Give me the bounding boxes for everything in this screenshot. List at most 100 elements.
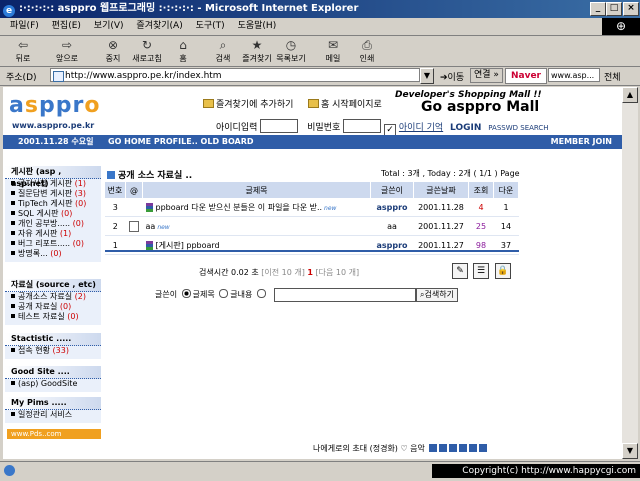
pagination: 검색시간 0.02 초 [이전 10 개] 1 [다음 10 개] (199, 267, 359, 278)
vertical-scrollbar[interactable]: ▲ ▼ (622, 87, 638, 459)
sidebar-item[interactable]: SQL 게시판 (0) (5, 209, 101, 219)
copyright-text: Copyright(c) http://www.happycgi.com (432, 464, 640, 478)
sidebar-item[interactable]: 개인 공부방..... (0) (5, 219, 101, 229)
nav-links[interactable]: GO HOME PROFILE.. OLD BOARD (108, 135, 254, 149)
board-icon (107, 171, 115, 179)
next-track-icon[interactable] (469, 444, 478, 452)
title-bar: e:·:·:·:·: asppro 웹프로그래밍 :·:·:·:·: - Mic… (0, 0, 640, 18)
col-attach: @ (125, 182, 143, 198)
menu-view[interactable]: 보기(V) (94, 21, 124, 31)
search-option-content-radio[interactable] (219, 289, 229, 298)
menu-edit[interactable]: 편집(E) (52, 21, 81, 31)
close-button[interactable]: × (623, 2, 639, 16)
pause-icon[interactable] (439, 444, 448, 452)
back-button[interactable]: ⇦ 뒤로 (6, 38, 40, 64)
col-date: 글쓴날짜 (413, 182, 469, 198)
scroll-up-arrow-icon[interactable]: ▲ (622, 87, 638, 103)
go-button[interactable]: ➔이동 (440, 70, 464, 83)
table-divider (105, 250, 519, 252)
stop-button[interactable]: ⊗ 중지 (96, 38, 130, 64)
write-icon[interactable]: ✎ (452, 263, 468, 279)
board-search-button[interactable]: ⌕검색하기 (416, 288, 458, 302)
author-link[interactable]: asppro (370, 198, 414, 217)
site-logo[interactable]: asppro (9, 93, 100, 118)
sidebar-item[interactable]: TipTech 게시판 (0) (5, 199, 101, 209)
sidebar-item[interactable]: 자유 게시판 (1) (5, 229, 101, 239)
home-button[interactable]: ⌂ 홈 (166, 38, 200, 64)
add-favorite-link[interactable]: 즐겨찾기에 추가하기 (203, 97, 293, 110)
forward-arrow-icon: ⇨ (61, 38, 73, 52)
home-icon: ⌂ (179, 38, 187, 52)
sidebar-item[interactable]: 버그 리포트..... (0) (5, 239, 101, 249)
forward-button[interactable]: ⇨ 앞으로 (50, 38, 84, 64)
post-subject-link[interactable]: aa new (142, 216, 371, 236)
board-title: 공개 소스 자료실 .. (107, 168, 192, 181)
sidebar-item[interactable]: 일정관리 서비스 (5, 410, 101, 420)
printer-icon: ⎙ (362, 38, 372, 52)
search-button[interactable]: ⌕ 검색 (206, 38, 240, 64)
play-icon[interactable] (429, 444, 438, 452)
menu-file[interactable]: 파일(F) (10, 21, 39, 31)
board-stats: Total : 3개 , Today : 2개 ( 1/1 ) Page (381, 169, 520, 178)
sidebar-item[interactable]: 공개 자료실 (0) (5, 302, 101, 312)
search-option-author-radio[interactable] (256, 289, 266, 298)
member-join-link[interactable]: MEMBER JOIN (551, 135, 612, 149)
sidebar-item[interactable]: 공개소스 자료실 (2) (5, 292, 101, 302)
folder-icon (203, 99, 214, 108)
toolbar: ⇦ 뒤로 ⇨ 앞으로 ⊗ 중지 ↻ 새로고침 ⌂ 홈 ⌕ 검색 ★ 즐겨찾기 ◷ 목록보기 ✉ 메… (0, 36, 640, 67)
current-date: 2001.11.28 수요일 (18, 137, 94, 146)
naver-search-input[interactable]: www.asp... (548, 68, 600, 82)
new-badge: new (324, 204, 337, 212)
ie-throbber-logo: ⊕ (602, 18, 640, 35)
back-arrow-icon: ⇦ (17, 38, 29, 52)
sidebar-item[interactable]: 질문답변 게시판 (3) (5, 189, 101, 199)
id-input[interactable] (260, 119, 299, 133)
sidebar-item[interactable]: 공지사항 게시판 (1) (5, 179, 101, 189)
board-search-input[interactable] (274, 288, 416, 302)
col-subject: 글제목 (142, 182, 371, 198)
post-subject-link[interactable]: ppboard 다운 받으신 분들은 이 파일을 다운 받.. new (142, 198, 371, 217)
address-label: 주소(D) (6, 73, 37, 83)
menu-favorites[interactable]: 즐겨찾기(A) (136, 21, 182, 31)
mall-title[interactable]: Go asppro Mall (421, 99, 539, 115)
refresh-button[interactable]: ↻ 새로고침 (130, 38, 164, 64)
sidebar-item[interactable]: 접속 현황 (33) (5, 346, 101, 356)
minimize-button[interactable]: _ (590, 2, 606, 16)
password-search-link[interactable]: PASSWD SEARCH (488, 124, 548, 132)
print-button[interactable]: ⎙ 인쇄 (350, 38, 384, 64)
password-input[interactable] (343, 119, 382, 133)
list-icon[interactable] (479, 444, 488, 452)
links-button[interactable]: 연결 » (470, 68, 503, 83)
mail-button[interactable]: ✉ 메일 (316, 38, 350, 64)
login-button[interactable]: LOGIN (450, 123, 481, 133)
file-icon (129, 220, 139, 232)
sidebar-item[interactable]: 방명록... (0) (5, 249, 101, 259)
history-button[interactable]: ◷ 목록보기 (274, 38, 308, 64)
set-homepage-link[interactable]: 홈 시작페이지로 (308, 97, 382, 110)
lock-icon[interactable]: 🔒 (495, 263, 511, 279)
ie-icon: e (3, 5, 15, 17)
scroll-down-arrow-icon[interactable]: ▼ (622, 443, 638, 459)
address-dropdown[interactable]: ▼ (420, 68, 434, 84)
address-input[interactable]: http://www.asppro.pe.kr/index.htm (50, 68, 420, 82)
stop-icon[interactable] (449, 444, 458, 452)
folder-icon (308, 99, 319, 108)
favorites-button[interactable]: ★ 즐겨찾기 (240, 38, 274, 64)
next-page-link[interactable]: [다음 10 개] (316, 268, 360, 277)
sidebar-board-box: 게시판 (asp , asp.net) 공지사항 게시판 (1) 질문답변 게시… (5, 166, 101, 262)
menu-tools[interactable]: 도구(T) (196, 21, 225, 31)
naver-toolbar-logo[interactable]: Naver (505, 68, 547, 84)
menu-help[interactable]: 도움말(H) (238, 21, 277, 31)
sidebar-banner[interactable]: www.Pds..com (7, 429, 101, 439)
maximize-button[interactable]: □ (606, 2, 622, 16)
search-option-title-radio[interactable] (181, 289, 191, 298)
author-link[interactable]: aa (370, 216, 414, 236)
naver-all-button[interactable]: 전체 (604, 70, 621, 83)
sidebar-item[interactable]: 테스트 자료실 (0) (5, 312, 101, 322)
list-icon[interactable]: ☰ (473, 263, 489, 279)
prev-page-link[interactable]: [이전 10 개] (261, 268, 305, 277)
sidebar-item[interactable]: (asp) GoodSite (5, 379, 101, 389)
table-header: 번호 @ 글제목 글쓴이 글쓴날짜 조회 다운 (105, 182, 519, 198)
remember-id-label[interactable]: 아이디 기억 (399, 123, 443, 133)
prev-track-icon[interactable] (459, 444, 468, 452)
